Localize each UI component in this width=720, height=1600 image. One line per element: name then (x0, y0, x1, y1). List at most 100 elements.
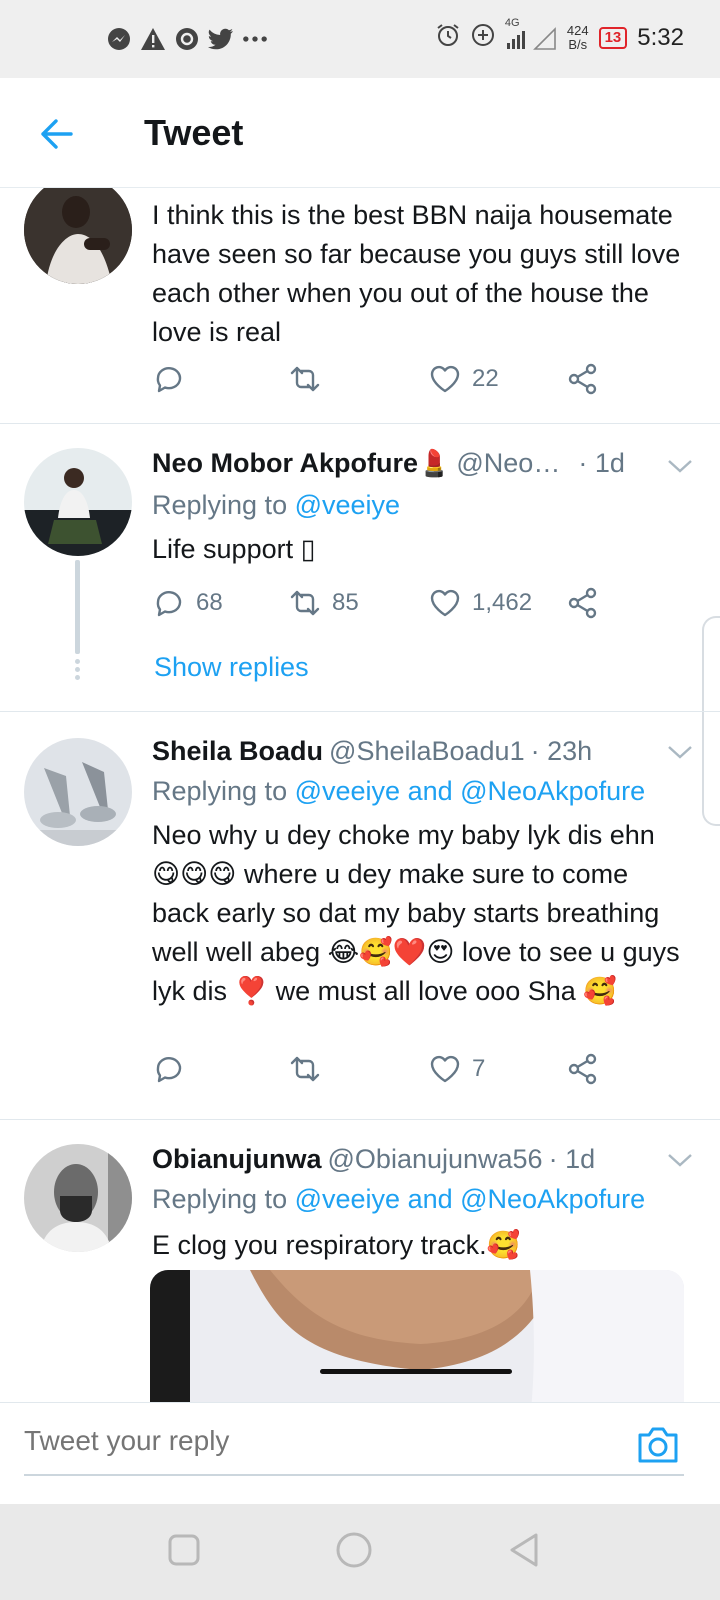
like-count: 22 (472, 365, 499, 392)
avatar[interactable] (24, 1144, 132, 1252)
tweet-actions: 7 (152, 1052, 622, 1092)
alert-icon (140, 26, 166, 52)
display-name[interactable]: Sheila Boadu (152, 736, 323, 767)
avatar[interactable] (24, 448, 132, 556)
retweet-button[interactable] (288, 362, 332, 396)
share-button[interactable] (566, 362, 600, 396)
share-icon (568, 363, 597, 395)
clock: 5:32 (637, 23, 684, 51)
data-saver-icon (471, 23, 495, 52)
back-button[interactable] (36, 114, 76, 154)
retweet-count: 85 (332, 589, 359, 616)
like-count: 7 (472, 1055, 486, 1082)
tweet-actions: 22 (152, 362, 622, 402)
replying-to-link[interactable]: @veeiye and @NeoAkpofure (295, 1184, 646, 1214)
tweet-text: Life support ▯ (152, 534, 316, 564)
reply-composer (0, 1402, 720, 1488)
notification-icons (106, 26, 268, 52)
user-handle[interactable]: @SheilaBoadu1 (329, 736, 525, 767)
retweet-button[interactable]: 85 (288, 586, 359, 620)
page-title: Tweet (144, 112, 244, 153)
heart-icon (430, 365, 460, 393)
home-button[interactable] (334, 1530, 374, 1570)
replying-to-label: Replying to (152, 776, 288, 806)
tweet-text: Neo why u dey choke my baby lyk dis ehn … (152, 820, 680, 1006)
show-replies-link[interactable]: Show replies (154, 652, 309, 683)
tweet-thread[interactable]: I think this is the best BBN naija house… (0, 188, 720, 1402)
tweet-time: · 1d (548, 1144, 596, 1174)
system-nav-bar (0, 1504, 720, 1600)
like-button[interactable]: 7 (428, 1052, 485, 1086)
tweet-actions: 68 85 1,462 (152, 586, 622, 626)
tweet-text: I think this is the best BBN naija house… (152, 200, 681, 347)
tweet-item[interactable]: Obianujunwa @Obianujunwa56 · 1d Replying… (0, 1120, 720, 1402)
twitter-icon (208, 26, 234, 52)
tweet-text: E clog you respiratory track.🥰 (152, 1230, 521, 1260)
triangle-back-icon (510, 1533, 538, 1567)
chevron-down-icon[interactable] (666, 456, 694, 476)
share-button[interactable] (566, 586, 600, 620)
share-icon (568, 587, 597, 619)
top-app-bar: Tweet (0, 78, 720, 188)
battery-indicator: 13 (598, 26, 628, 49)
battery-level: 13 (604, 28, 622, 46)
share-button[interactable] (566, 1052, 600, 1086)
input-underline (24, 1474, 684, 1476)
replying-to: Replying to @veeiye and @NeoAkpofure (152, 1184, 645, 1215)
vpn-icon (174, 26, 200, 52)
tweet-item[interactable]: Sheila Boadu @SheilaBoadu1 · 23h Replyin… (0, 712, 720, 1120)
system-status: 4G 424 B/s 13 5:32 (435, 17, 684, 53)
chevron-down-icon[interactable] (666, 742, 694, 762)
tweet-header: Obianujunwa @Obianujunwa56 · 1d (152, 1144, 690, 1175)
speed-value: 424 (566, 22, 589, 38)
reply-button[interactable] (152, 1052, 196, 1086)
user-handle[interactable]: @Neo… (456, 448, 560, 479)
reply-button[interactable] (152, 362, 196, 396)
tweet-item[interactable]: I think this is the best BBN naija house… (0, 188, 720, 424)
like-button[interactable]: 1,462 (428, 586, 532, 620)
reply-input[interactable] (24, 1425, 584, 1457)
replying-to-label: Replying to (152, 490, 288, 520)
thread-continue-dots (73, 656, 81, 683)
avatar[interactable] (24, 188, 132, 284)
tweet-time: · 1d (578, 448, 625, 478)
thread-connector (75, 560, 80, 654)
recents-button[interactable] (164, 1530, 204, 1570)
like-count: 1,462 (472, 589, 533, 616)
display-name[interactable]: Neo Mobor Akpofure (152, 448, 418, 479)
heart-icon (430, 1055, 460, 1083)
speed-unit: B/s (568, 36, 588, 52)
camera-button[interactable] (636, 1425, 680, 1465)
tweet-media-image[interactable] (150, 1270, 684, 1402)
tweet-header: Sheila Boadu @SheilaBoadu1 · 23h (152, 736, 690, 767)
tweet-item[interactable]: Neo Mobor Akpofure 💄 @Neo… · 1d Replying… (0, 424, 720, 712)
circle-icon (336, 1532, 372, 1568)
retweet-button[interactable] (288, 1052, 332, 1086)
replying-to-link[interactable]: @veeiye (295, 490, 400, 520)
reply-icon (156, 591, 182, 617)
share-icon (568, 1053, 597, 1085)
reply-button[interactable]: 68 (152, 586, 223, 620)
user-handle[interactable]: @Obianujunwa56 (328, 1144, 543, 1175)
alarm-icon (435, 22, 461, 53)
camera-icon (638, 1427, 678, 1463)
messenger-icon (106, 26, 132, 52)
more-dots-icon (242, 26, 268, 52)
signal-icon: 4G (505, 17, 557, 51)
retweet-icon (290, 1056, 320, 1082)
network-type: 4G (504, 16, 520, 29)
replying-to-link[interactable]: @veeiye and @NeoAkpofure (295, 776, 646, 806)
reply-icon (156, 367, 182, 393)
status-bar: 4G 424 B/s 13 5:32 (0, 0, 720, 78)
tweet-time: · 23h (530, 736, 593, 766)
tweet-header: Neo Mobor Akpofure 💄 @Neo… · 1d (152, 448, 690, 479)
reply-icon (156, 1057, 182, 1083)
chevron-down-icon[interactable] (666, 1150, 694, 1170)
display-name[interactable]: Obianujunwa (152, 1144, 322, 1175)
reply-count: 68 (196, 589, 223, 616)
heart-icon (430, 589, 460, 617)
back-nav-button[interactable] (504, 1530, 544, 1570)
like-button[interactable]: 22 (428, 362, 499, 396)
retweet-icon (290, 590, 320, 616)
avatar[interactable] (24, 738, 132, 846)
